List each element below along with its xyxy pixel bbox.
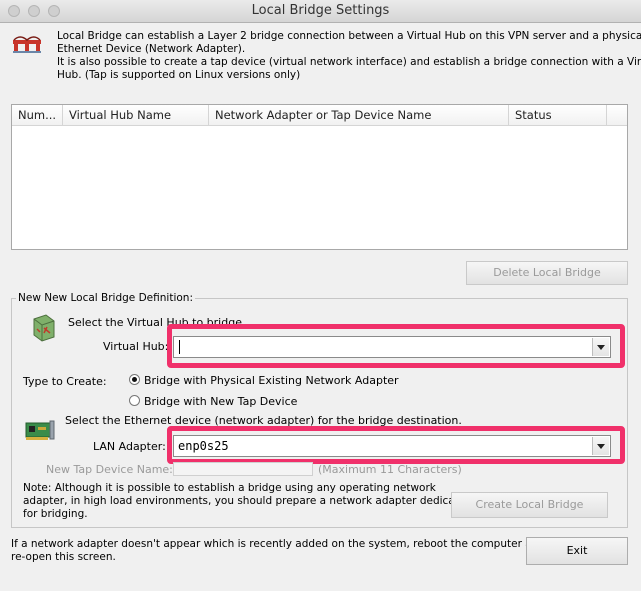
title-bar: Local Bridge Settings <box>0 0 641 23</box>
window-title: Local Bridge Settings <box>251 3 390 18</box>
intro-line: Ethernet Device (Network Adapter). <box>57 43 246 55</box>
note-line: Note: Although it is possible to establi… <box>23 482 436 494</box>
column-header-number[interactable]: Num... <box>12 105 63 125</box>
column-header-status[interactable]: Status <box>509 105 607 125</box>
column-header-virtual-hub-name[interactable]: Virtual Hub Name <box>63 105 209 125</box>
intro-text: Local Bridge can establish a Layer 2 bri… <box>57 30 641 82</box>
bridge-icon <box>13 36 41 53</box>
local-bridge-list[interactable]: Num... Virtual Hub Name Network Adapter … <box>11 104 628 250</box>
virtual-hub-label: Virtual Hub: <box>103 340 169 353</box>
column-header-network-adapter[interactable]: Network Adapter or Tap Device Name <box>209 105 509 125</box>
footer-note: If a network adapter doesn't appear whic… <box>11 538 545 564</box>
type-to-create-label: Type to Create: <box>23 375 107 388</box>
exit-button[interactable]: Exit <box>526 537 628 565</box>
create-local-bridge-button[interactable]: Create Local Bridge <box>451 492 608 518</box>
network-adapter-icon <box>25 420 55 440</box>
intro-line: It is also possible to create a tap devi… <box>57 56 641 68</box>
list-header: Num... Virtual Hub Name Network Adapter … <box>12 105 627 126</box>
delete-local-bridge-button[interactable]: Delete Local Bridge <box>466 261 628 285</box>
footer-line: re-open this screen. <box>11 551 116 563</box>
intro-line: Hub. (Tap is supported on Linux versions… <box>57 69 301 81</box>
local-bridge-settings-window: Local Bridge Settings Local Bridge can e… <box>0 0 641 591</box>
tap-device-name-hint: (Maximum 11 Characters) <box>318 463 462 476</box>
radio-physical-adapter[interactable] <box>129 374 140 385</box>
lan-adapter-label: LAN Adapter: <box>93 440 166 453</box>
tap-device-name-input[interactable] <box>173 462 313 476</box>
intro-line: Local Bridge can establish a Layer 2 bri… <box>57 30 641 42</box>
group-label: New New Local Bridge Definition: <box>16 292 195 304</box>
bridge-note: Note: Although it is possible to establi… <box>23 482 472 521</box>
radio-tap-device[interactable] <box>129 395 140 406</box>
footer-line: If a network adapter doesn't appear whic… <box>11 538 545 550</box>
note-line: adapter, in high load environments, you … <box>23 495 472 507</box>
tap-device-name-label: New Tap Device Name: <box>46 463 173 476</box>
virtual-hub-icon <box>33 314 55 342</box>
highlight-annotation-virtual-hub <box>167 324 625 368</box>
radio-tap-device-label[interactable]: Bridge with New Tap Device <box>144 395 297 408</box>
note-line: for bridging. <box>23 508 88 520</box>
radio-physical-adapter-label[interactable]: Bridge with Physical Existing Network Ad… <box>144 374 399 387</box>
highlight-annotation-lan-adapter <box>167 426 625 464</box>
